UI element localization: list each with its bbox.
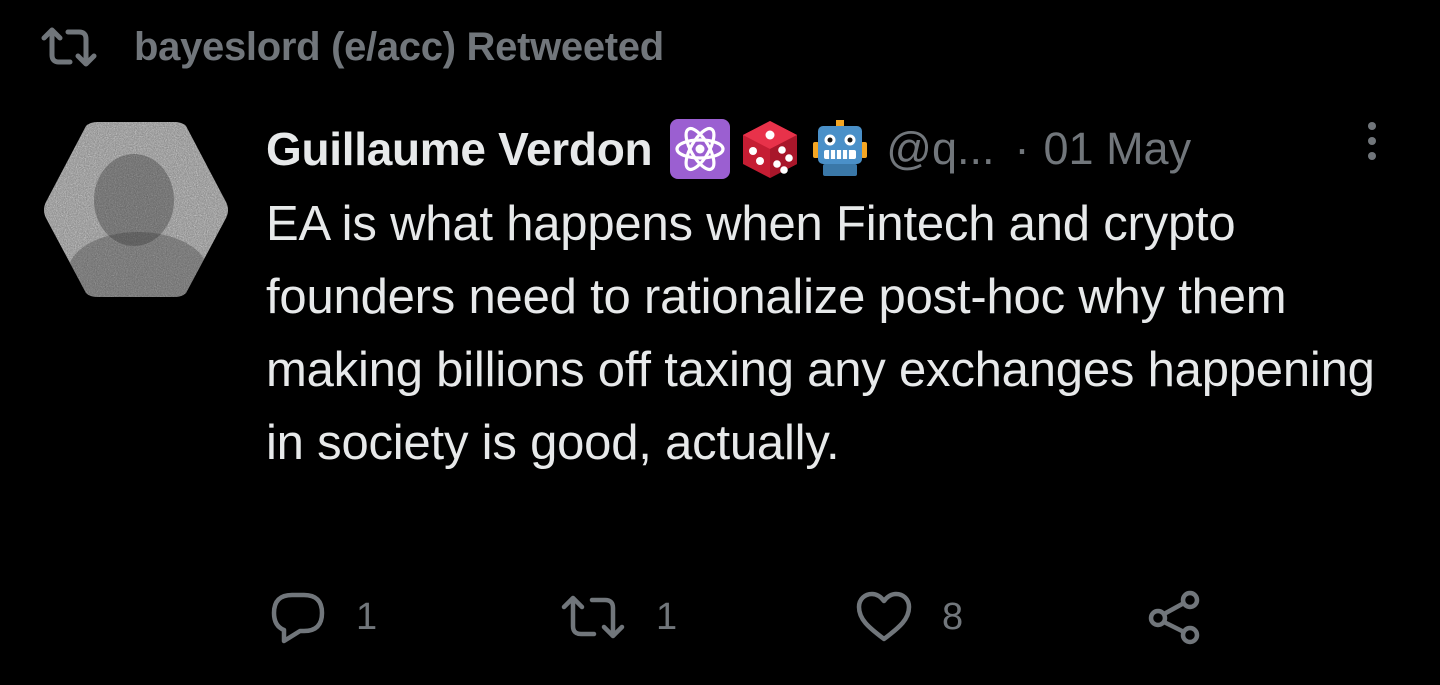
retweet-header: bayeslord (e/acc) Retweeted	[40, 22, 664, 72]
retweet-icon	[40, 27, 100, 67]
reply-icon	[270, 589, 326, 645]
reply-count: 1	[356, 595, 378, 638]
die-emoji-icon	[738, 117, 802, 181]
atom-emoji-icon	[668, 117, 732, 181]
share-button[interactable]	[1146, 585, 1202, 649]
reply-button[interactable]: 1	[270, 585, 377, 649]
tweet-date[interactable]: 01 May	[1044, 123, 1192, 175]
like-count: 8	[942, 595, 964, 638]
author-badges	[668, 117, 872, 181]
retweet-count: 1	[656, 595, 678, 638]
tweet-text: EA is what happens when Fintech and cryp…	[266, 197, 1375, 470]
heart-icon	[856, 591, 912, 643]
tweet-meta: Guillaume Verdon @q... · 01 May	[266, 116, 1406, 182]
retweet-button[interactable]: 1	[560, 585, 677, 649]
retweet-header-text[interactable]: bayeslord (e/acc) Retweeted	[134, 25, 664, 70]
tweet-actions: 1 1 8	[270, 585, 1270, 649]
tweet-card[interactable]: bayeslord (e/acc) Retweeted Guillaume Ve…	[0, 0, 1440, 685]
retweet-action-icon	[560, 594, 626, 640]
like-button[interactable]: 8	[856, 585, 963, 649]
tweet-main: Guillaume Verdon @q... · 01 May EA is wh…	[266, 116, 1406, 480]
share-icon	[1146, 589, 1202, 645]
author-display-name[interactable]: Guillaume Verdon	[266, 122, 653, 176]
author-handle[interactable]: @q...	[886, 123, 994, 175]
more-options-icon[interactable]	[1362, 118, 1382, 174]
robot-emoji-icon	[808, 117, 872, 181]
meta-separator: ·	[1014, 123, 1030, 174]
avatar[interactable]	[42, 122, 230, 297]
